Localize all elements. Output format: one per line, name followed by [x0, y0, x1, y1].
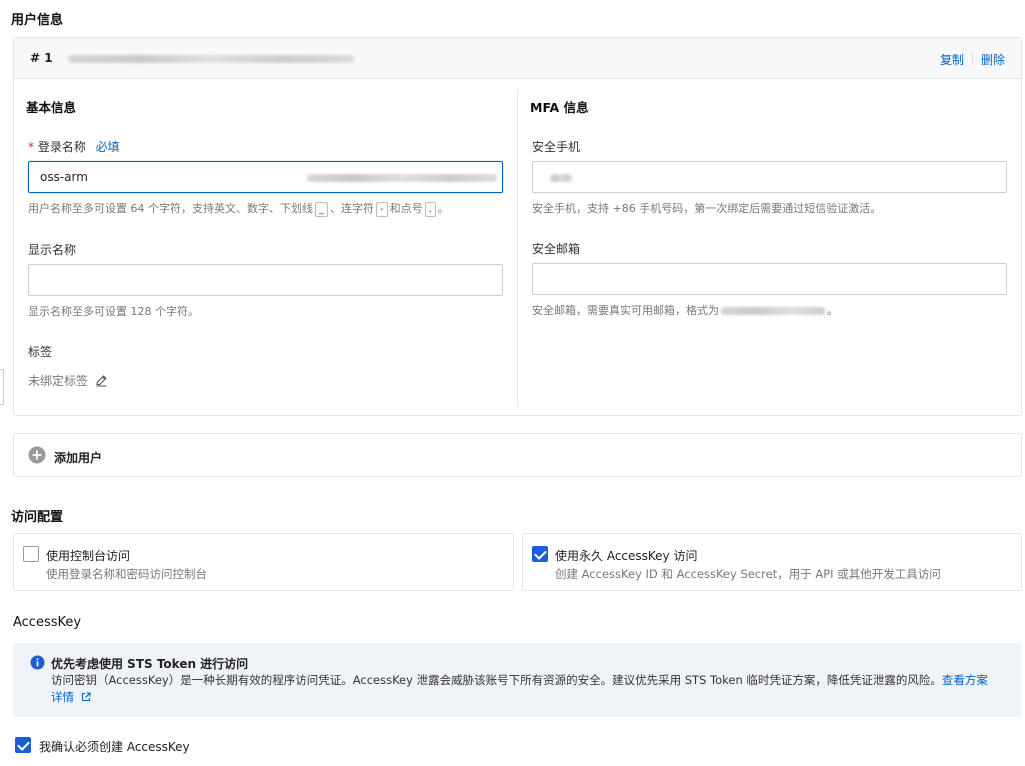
tags-value-row: 未绑定标签 — [28, 372, 108, 390]
mfa-info-title: MFA 信息 — [530, 100, 589, 115]
accesskey-access-title: 使用永久 AccessKey 访问 — [555, 549, 698, 563]
login-name-label: 登录名称 — [37, 140, 86, 154]
side-drawer-handle[interactable] — [0, 369, 4, 405]
user-card-header: # 1 复制 删除 — [14, 38, 1021, 79]
security-email-label: 安全邮箱 — [532, 242, 581, 256]
login-name-hint: 用户名称至多可设置 64 个字符，支持英文、数字、下划线 _ 、连字符 - 和点号.。 — [28, 202, 449, 217]
console-access-desc: 使用登录名称和密码访问控制台 — [46, 567, 207, 581]
security-phone-label: 安全手机 — [532, 140, 581, 154]
accesskey-access-checkbox[interactable] — [532, 546, 548, 562]
add-user-bar[interactable]: 添加用户 — [13, 433, 1022, 477]
accesskey-section-title: AccessKey — [13, 615, 82, 630]
details-link[interactable]: 详情 — [51, 690, 74, 704]
redacted-email-example — [721, 307, 825, 315]
display-name-label: 显示名称 — [28, 243, 77, 257]
login-name-input[interactable]: oss-arm — [28, 161, 503, 193]
display-name-hint: 显示名称至多可设置 128 个字符。 — [28, 305, 199, 318]
info-icon — [30, 655, 45, 673]
basic-info-title: 基本信息 — [26, 100, 77, 115]
view-solution-link[interactable]: 查看方案 — [942, 673, 988, 687]
console-access-title: 使用控制台访问 — [46, 549, 131, 563]
delete-user-button[interactable]: 删除 — [981, 51, 1005, 68]
pencil-icon[interactable] — [95, 374, 108, 390]
plus-circle-icon — [28, 446, 46, 467]
user-info-title: 用户信息 — [11, 13, 64, 28]
security-email-input[interactable] — [532, 263, 1007, 295]
login-name-label-row: * 登录名称 必填 — [28, 138, 120, 155]
user-card: # 1 复制 删除 — [13, 37, 1022, 416]
tags-value: 未绑定标签 — [28, 374, 89, 388]
accesskey-access-option[interactable]: 使用永久 AccessKey 访问 创建 AccessKey ID 和 Acce… — [522, 533, 1022, 591]
security-phone-input[interactable] — [532, 161, 1007, 193]
redacted-phone-prefix — [550, 174, 572, 182]
accesskey-access-desc: 创建 AccessKey ID 和 AccessKey Secret，用于 AP… — [555, 567, 941, 581]
access-config-title: 访问配置 — [11, 510, 64, 525]
external-link-icon[interactable] — [81, 690, 91, 707]
user-index: # 1 — [30, 51, 53, 65]
column-divider — [517, 90, 518, 406]
console-access-checkbox[interactable] — [23, 546, 39, 562]
add-user-label: 添加用户 — [54, 451, 103, 465]
copy-user-button[interactable]: 复制 — [940, 51, 964, 68]
sts-notice-title: 优先考虑使用 STS Token 进行访问 — [51, 657, 249, 671]
sts-notice-body: 访问密钥（AccessKey）是一种长期有效的程序访问凭证。AccessKey … — [51, 672, 1009, 707]
header-divider — [972, 52, 973, 64]
security-phone-hint: 安全手机，支持 +86 手机号码，第一次绑定后需要通过短信验证激活。 — [532, 202, 882, 215]
tags-label: 标签 — [28, 345, 53, 359]
confirm-accesskey-checkbox[interactable] — [15, 737, 31, 753]
redacted-login-suffix — [307, 174, 497, 182]
login-name-value: oss-arm — [40, 170, 88, 184]
redacted-user-principal — [68, 55, 354, 63]
security-email-hint: 安全邮箱，需要真实可用邮箱，格式为。 — [532, 304, 838, 317]
login-must-fill: 必填 — [95, 140, 120, 154]
console-access-option[interactable]: 使用控制台访问 使用登录名称和密码访问控制台 — [13, 533, 514, 591]
display-name-input[interactable] — [28, 264, 503, 296]
confirm-accesskey-label[interactable]: 我确认必须创建 AccessKey — [39, 738, 190, 755]
sts-notice: 优先考虑使用 STS Token 进行访问 访问密钥（AccessKey）是一种… — [13, 643, 1021, 717]
required-mark: * — [28, 140, 34, 154]
